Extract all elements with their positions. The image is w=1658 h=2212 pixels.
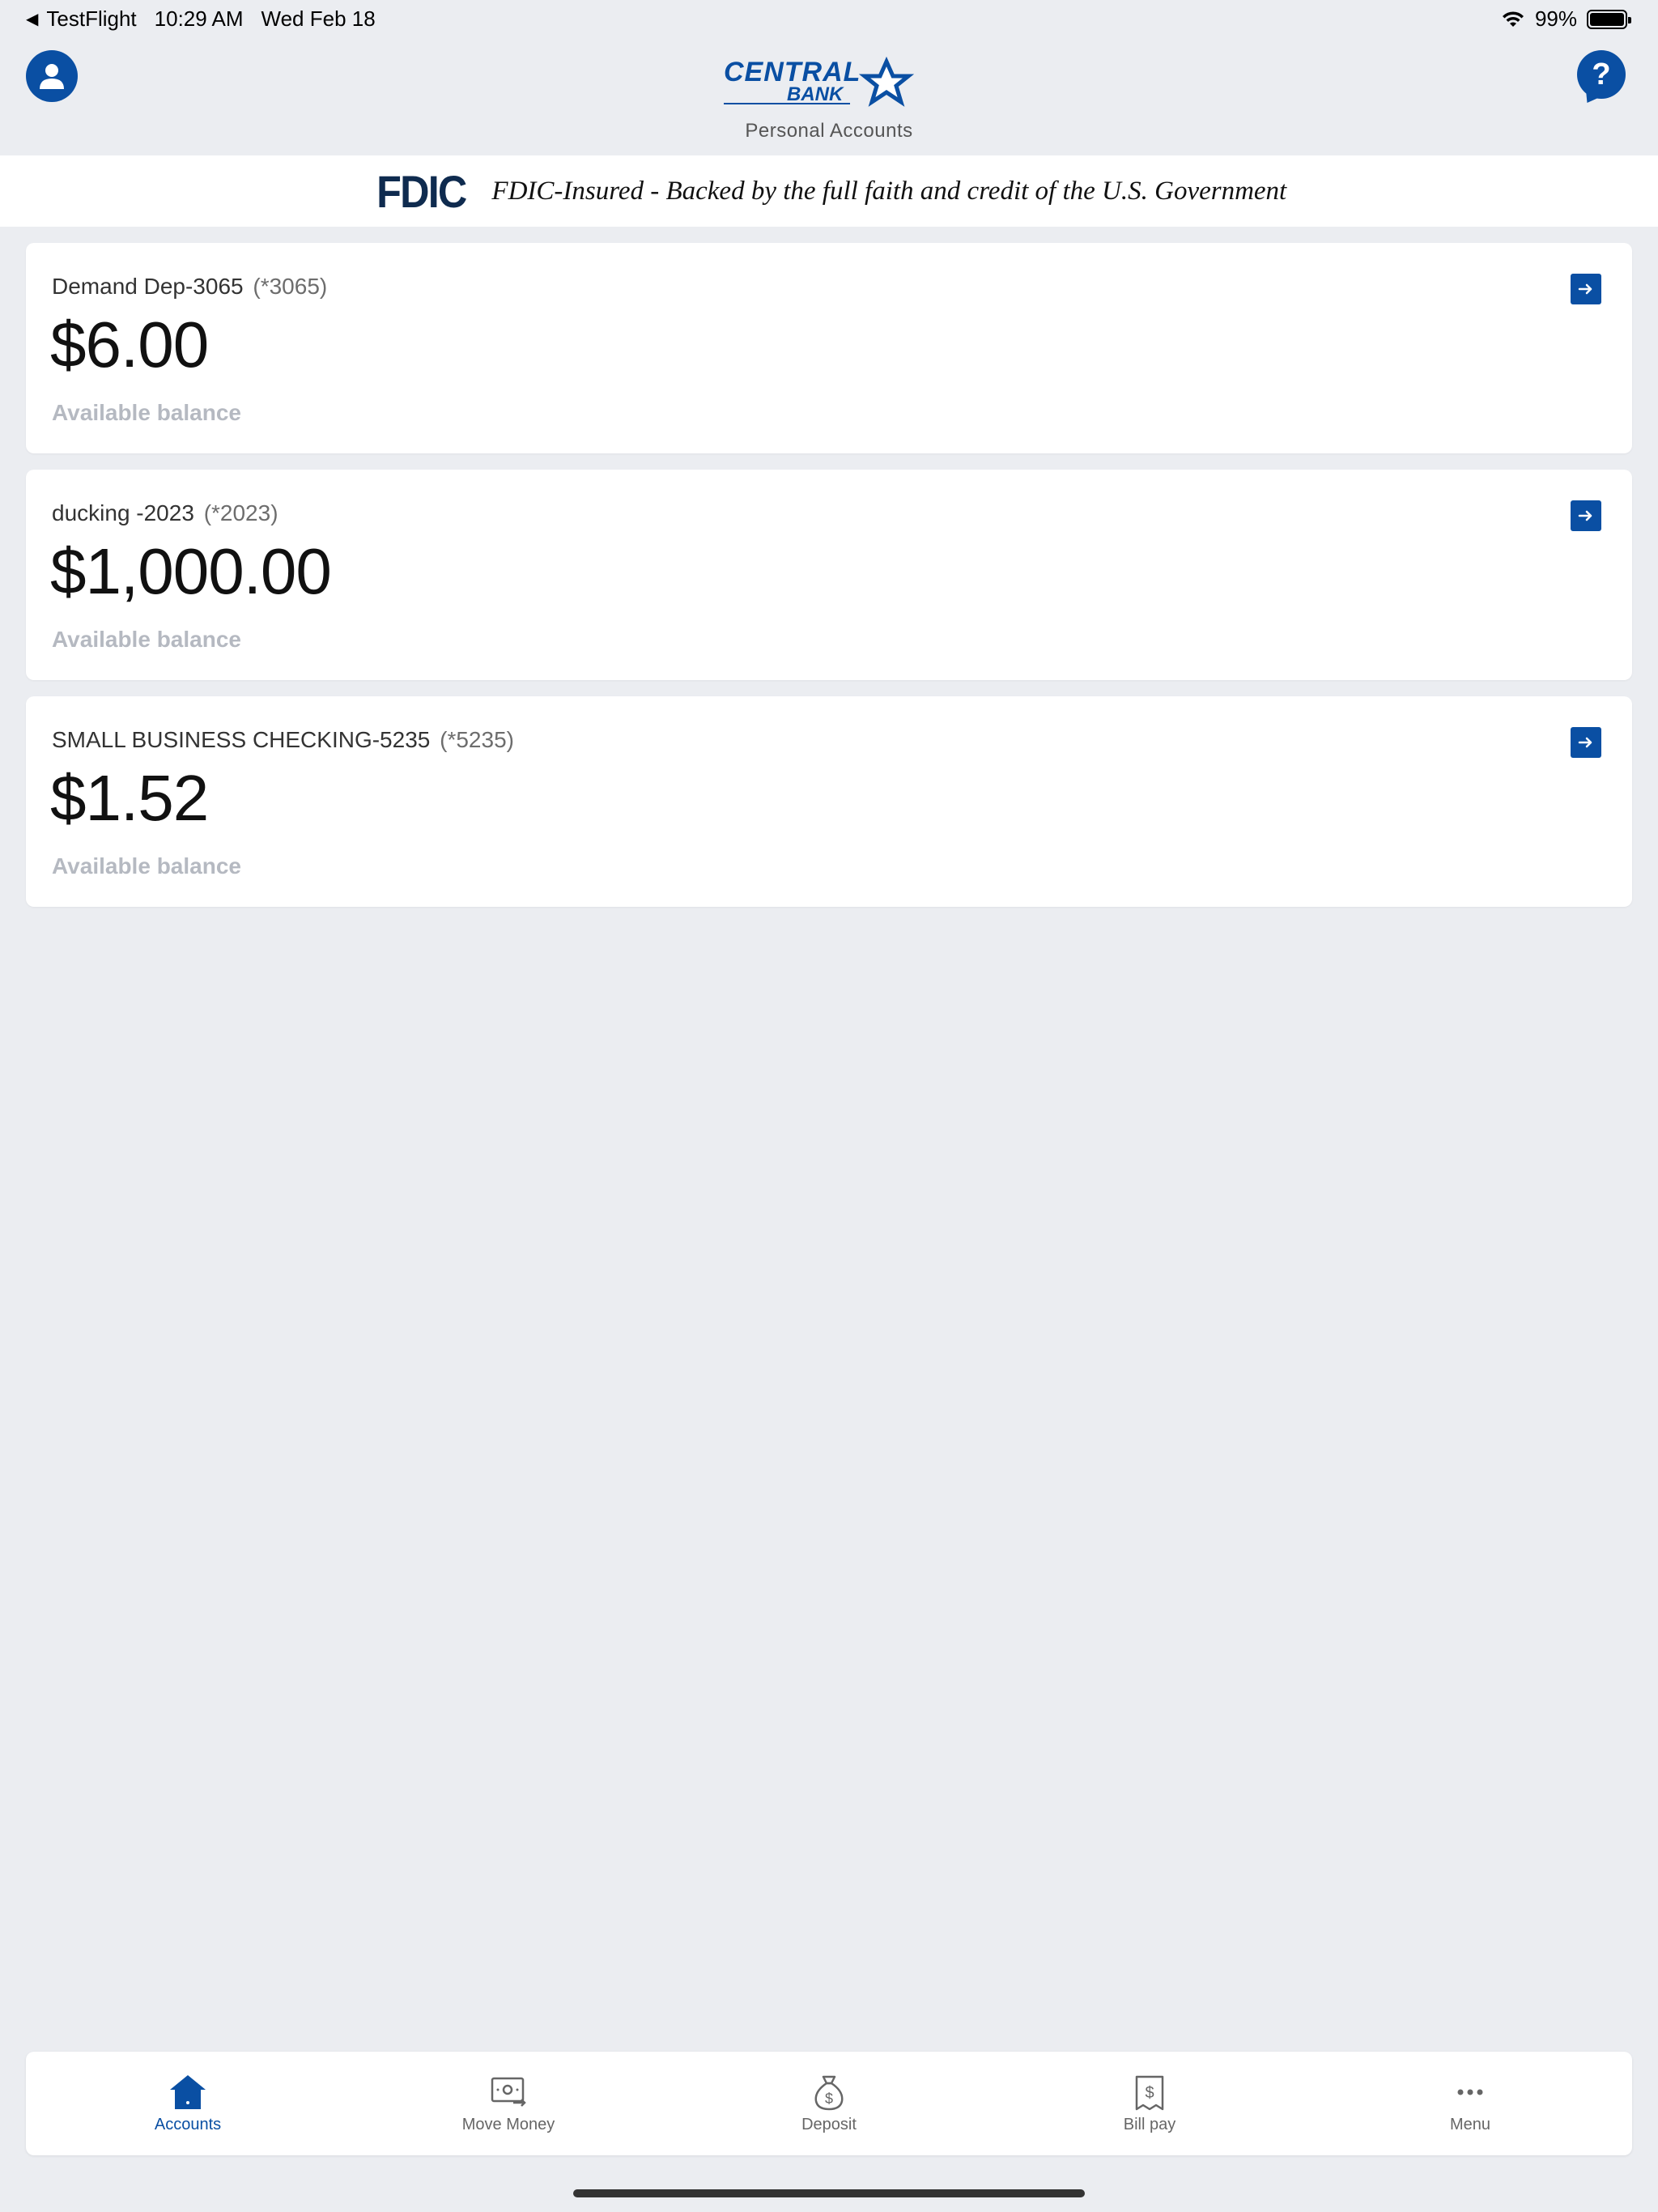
logo-text-bottom: BANK (787, 83, 844, 105)
account-name: ducking -2023 (*2023) (52, 500, 278, 526)
tab-menu[interactable]: Menu (1349, 2052, 1592, 2155)
fdic-banner: FDIC FDIC-Insured - Backed by the full f… (0, 155, 1658, 227)
arrow-right-icon (1578, 283, 1592, 295)
account-details-button[interactable] (1571, 274, 1601, 304)
tab-move-money[interactable]: Move Money (387, 2052, 630, 2155)
status-bar-right: 99% (1501, 6, 1631, 32)
central-bank-logo: CENTRAL BANK (724, 56, 915, 107)
tab-bill-pay[interactable]: $ Bill pay (1028, 2052, 1271, 2155)
account-name: SMALL BUSINESS CHECKING-5235 (*5235) (52, 727, 514, 753)
tab-label: Bill pay (1123, 2115, 1176, 2133)
money-transfer-icon (491, 2077, 526, 2107)
account-card[interactable]: Demand Dep-3065 (*3065) $6.00 Available … (26, 243, 1632, 453)
account-mask: (*5235) (440, 727, 514, 752)
more-icon (1457, 2089, 1483, 2095)
tab-label: Move Money (461, 2115, 555, 2133)
help-button[interactable]: ? (1577, 50, 1626, 99)
status-date: Wed Feb 18 (261, 6, 376, 31)
status-time: 10:29 AM (154, 6, 244, 31)
back-triangle-icon[interactable]: ◀ (26, 9, 38, 29)
back-app-label[interactable]: TestFlight (46, 6, 136, 32)
status-bar-left[interactable]: ◀ TestFlight 10:29 AM Wed Feb 18 (26, 6, 376, 32)
money-bag-icon: $ (814, 2075, 844, 2110)
fdic-text: FDIC-Insured - Backed by the full faith … (491, 176, 1287, 206)
star-icon (858, 56, 915, 107)
arrow-right-icon (1578, 510, 1592, 521)
page-subtitle: Personal Accounts (745, 120, 913, 142)
app-header: CENTRAL BANK ? Personal Accounts (0, 39, 1658, 155)
fdic-logo: FDIC (376, 165, 467, 217)
bottom-tab-bar: Accounts Move Money $ Deposit $ Bill pay (26, 2052, 1632, 2155)
svg-text:$: $ (825, 2091, 833, 2107)
account-details-button[interactable] (1571, 500, 1601, 531)
account-list: Demand Dep-3065 (*3065) $6.00 Available … (26, 243, 1632, 923)
wifi-icon (1502, 11, 1524, 27)
tab-accounts[interactable]: Accounts (66, 2052, 309, 2155)
home-icon (170, 2074, 206, 2109)
account-mask: (*2023) (203, 500, 278, 525)
svg-text:$: $ (1145, 2084, 1154, 2102)
account-balance: $1,000.00 (50, 535, 332, 607)
tab-deposit[interactable]: $ Deposit (708, 2052, 950, 2155)
account-title: Demand Dep-3065 (52, 274, 244, 299)
account-mask: (*3065) (253, 274, 328, 299)
bill-icon: $ (1135, 2075, 1164, 2110)
home-indicator[interactable] (573, 2189, 1085, 2197)
arrow-right-icon (1578, 737, 1592, 748)
question-mark-icon: ? (1592, 57, 1611, 91)
battery-percent: 99% (1534, 6, 1577, 31)
tab-label: Deposit (801, 2115, 857, 2133)
account-details-button[interactable] (1571, 727, 1601, 758)
user-icon (40, 64, 64, 89)
account-title: ducking -2023 (52, 500, 194, 525)
available-balance-label: Available balance (52, 627, 241, 652)
status-bar: ◀ TestFlight 10:29 AM Wed Feb 18 99% (0, 0, 1658, 39)
profile-button[interactable] (26, 50, 78, 102)
account-balance: $6.00 (50, 308, 209, 381)
tab-label: Accounts (154, 2115, 222, 2133)
account-card[interactable]: ducking -2023 (*2023) $1,000.00 Availabl… (26, 470, 1632, 680)
account-name: Demand Dep-3065 (*3065) (52, 274, 327, 300)
account-title: SMALL BUSINESS CHECKING-5235 (52, 727, 431, 752)
available-balance-label: Available balance (52, 400, 241, 425)
tab-label: Menu (1449, 2115, 1491, 2133)
account-balance: $1.52 (50, 762, 209, 834)
battery-icon (1587, 9, 1631, 29)
available-balance-label: Available balance (52, 853, 241, 878)
account-card[interactable]: SMALL BUSINESS CHECKING-5235 (*5235) $1.… (26, 696, 1632, 907)
